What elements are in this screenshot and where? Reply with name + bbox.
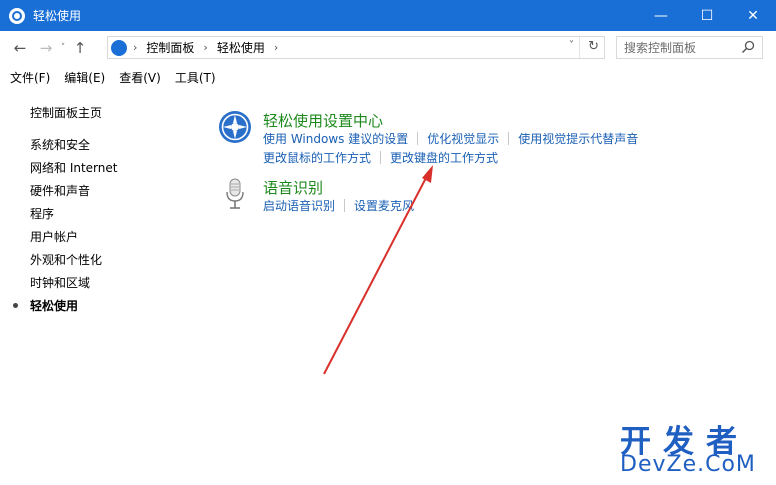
recent-locations-button[interactable]: ˅: [56, 37, 70, 59]
forward-button[interactable]: →: [36, 37, 56, 59]
ease-links-row-2: 更改鼠标的工作方式 更改键盘的工作方式: [263, 149, 498, 166]
ease-of-access-app-icon: [9, 7, 25, 24]
address-divider: [579, 37, 580, 58]
ease-of-access-center-heading[interactable]: 轻松使用设置中心: [263, 110, 383, 131]
sidebar-item-network-internet[interactable]: 网络和 Internet: [30, 159, 117, 176]
sidebar-item-control-panel-home[interactable]: 控制面板主页: [30, 104, 102, 121]
minimize-button[interactable]: —: [638, 0, 684, 31]
window-controls: — ☐ ✕: [638, 0, 776, 31]
sidebar-item-ease-of-access[interactable]: 轻松使用: [30, 297, 78, 314]
speech-links-row: 启动语音识别 设置麦克风: [263, 197, 414, 214]
link-change-mouse-settings[interactable]: 更改鼠标的工作方式: [263, 149, 371, 166]
microphone-icon[interactable]: [218, 177, 252, 211]
address-row: ← → ˅ ↑ › 控制面板 › 轻松使用 › ˅ ↻: [0, 31, 776, 64]
search-box[interactable]: [616, 36, 763, 59]
link-windows-recommended-settings[interactable]: 使用 Windows 建议的设置: [263, 130, 408, 147]
link-change-keyboard-settings[interactable]: 更改键盘的工作方式: [390, 149, 498, 166]
link-separator: [344, 199, 346, 212]
breadcrumb-control-panel[interactable]: 控制面板: [146, 39, 194, 56]
menu-edit[interactable]: 编辑(E): [64, 69, 105, 86]
sidebar-item-appearance[interactable]: 外观和个性化: [30, 251, 102, 268]
link-separator: [380, 151, 382, 164]
ease-links-row-1: 使用 Windows 建议的设置 优化视觉显示 使用视觉提示代替声音: [263, 130, 638, 147]
menu-file[interactable]: 文件(F): [10, 69, 50, 86]
search-icon[interactable]: [741, 40, 755, 54]
breadcrumb-ease-of-access[interactable]: 轻松使用: [217, 39, 265, 56]
window-title: 轻松使用: [33, 9, 82, 23]
sidebar-item-programs[interactable]: 程序: [30, 205, 54, 222]
search-input[interactable]: [624, 40, 742, 55]
link-optimize-visual-display[interactable]: 优化视觉显示: [427, 130, 499, 147]
address-dropdown-icon[interactable]: ˅: [569, 40, 574, 51]
close-button[interactable]: ✕: [730, 0, 776, 31]
breadcrumb-separator[interactable]: ›: [274, 41, 278, 54]
sidebar-item-hardware-sound[interactable]: 硬件和声音: [30, 182, 90, 199]
link-start-speech-recognition[interactable]: 启动语音识别: [263, 197, 335, 214]
sidebar-item-clock-region[interactable]: 时钟和区域: [30, 274, 90, 291]
back-button[interactable]: ←: [10, 37, 30, 59]
sidebar-item-user-accounts[interactable]: 用户帐户: [30, 228, 78, 245]
control-panel-icon: [111, 39, 127, 56]
breadcrumb-separator[interactable]: ›: [203, 41, 207, 54]
watermark: 开发者 DevZe.CoM: [612, 416, 772, 480]
sidebar: 控制面板主页 系统和安全 网络和 Internet 硬件和声音 程序 用户帐户 …: [0, 90, 200, 485]
menu-view[interactable]: 查看(V): [119, 69, 161, 86]
sidebar-item-system-security[interactable]: 系统和安全: [30, 136, 90, 153]
link-visual-alternatives-for-sounds[interactable]: 使用视觉提示代替声音: [518, 130, 638, 147]
address-bar[interactable]: › 控制面板 › 轻松使用 › ˅ ↻: [107, 36, 605, 59]
refresh-button[interactable]: ↻: [588, 39, 599, 54]
watermark-english-text: DevZe.CoM: [620, 452, 756, 477]
up-button[interactable]: ↑: [70, 37, 90, 59]
link-separator: [508, 132, 510, 145]
breadcrumb-separator[interactable]: ›: [133, 41, 137, 54]
speech-recognition-heading[interactable]: 语音识别: [263, 177, 323, 198]
active-item-bullet: [13, 303, 18, 308]
link-separator: [417, 132, 419, 145]
menu-tools[interactable]: 工具(T): [175, 69, 216, 86]
link-set-up-microphone[interactable]: 设置麦克风: [354, 197, 414, 214]
ease-of-access-icon[interactable]: [218, 110, 252, 144]
maximize-button[interactable]: ☐: [684, 0, 730, 31]
menu-bar: 文件(F) 编辑(E) 查看(V) 工具(T): [0, 64, 776, 90]
title-bar: 轻松使用 — ☐ ✕: [0, 0, 776, 31]
